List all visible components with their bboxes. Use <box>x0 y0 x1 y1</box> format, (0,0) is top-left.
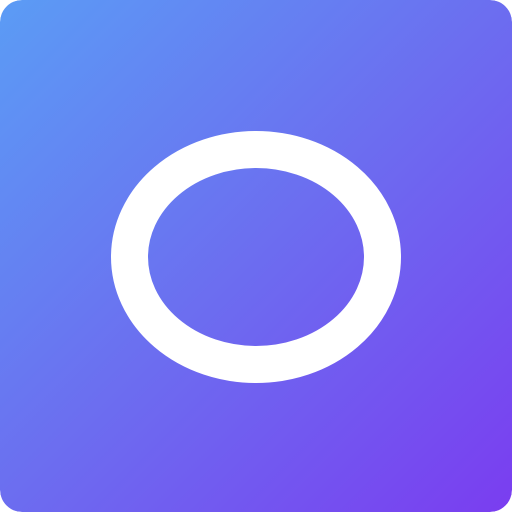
icon-background <box>0 0 512 512</box>
app-icon-graphic <box>0 0 512 512</box>
app-icon[interactable] <box>0 0 512 512</box>
